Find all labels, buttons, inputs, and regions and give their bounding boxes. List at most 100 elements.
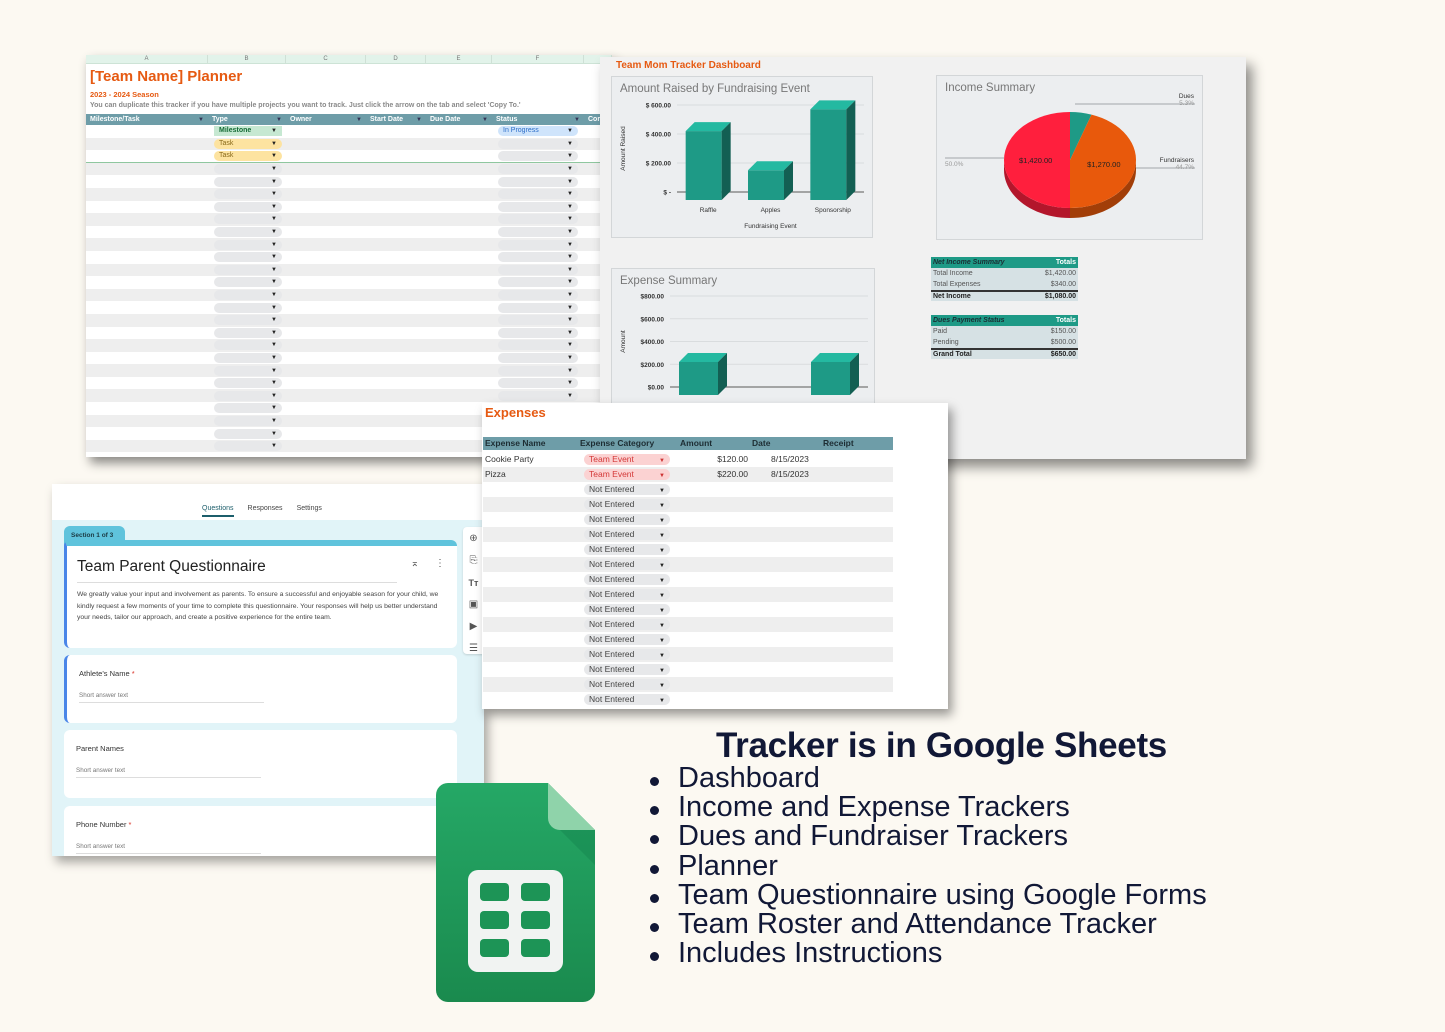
- status-dropdown[interactable]: ▼: [498, 176, 578, 187]
- add-image-icon[interactable]: ▣: [463, 595, 484, 615]
- type-dropdown[interactable]: ▼: [214, 264, 282, 275]
- type-dropdown[interactable]: Task ▼: [214, 151, 282, 162]
- dropdown-arrow-icon[interactable]: ▼: [271, 328, 277, 338]
- category-dropdown[interactable]: Not Entered ▼: [584, 499, 670, 510]
- dropdown-arrow-icon[interactable]: ▼: [271, 227, 277, 237]
- category-dropdown[interactable]: Not Entered ▼: [584, 604, 670, 615]
- type-dropdown[interactable]: Milestone ▼: [214, 126, 282, 137]
- dropdown-arrow-icon[interactable]: ▼: [567, 303, 573, 313]
- type-dropdown[interactable]: ▼: [214, 340, 282, 351]
- dropdown-arrow-icon[interactable]: ▼: [271, 429, 277, 439]
- type-dropdown[interactable]: ▼: [214, 227, 282, 238]
- short-answer-input[interactable]: Short answer text: [76, 767, 261, 778]
- dropdown-arrow-icon[interactable]: ▼: [567, 378, 573, 388]
- collapse-icon[interactable]: ⌅: [411, 558, 419, 569]
- amount-cell[interactable]: $120.00: [717, 452, 748, 467]
- dropdown-arrow-icon[interactable]: ▼: [271, 252, 277, 262]
- dropdown-arrow-icon[interactable]: ▼: [271, 164, 277, 174]
- header-start-date[interactable]: Start Date ▼: [366, 114, 426, 125]
- category-dropdown[interactable]: Not Entered ▼: [584, 649, 670, 660]
- status-dropdown[interactable]: ▼: [498, 239, 578, 250]
- type-dropdown[interactable]: ▼: [214, 214, 282, 225]
- filter-icon[interactable]: ▼: [356, 117, 362, 123]
- column-letter[interactable]: E: [426, 55, 492, 63]
- filter-icon[interactable]: ▼: [416, 117, 422, 123]
- filter-icon[interactable]: ▼: [482, 117, 488, 123]
- dropdown-arrow-icon[interactable]: ▼: [271, 315, 277, 325]
- dropdown-arrow-icon[interactable]: ▼: [567, 277, 573, 287]
- status-dropdown[interactable]: ▼: [498, 227, 578, 238]
- status-dropdown[interactable]: ▼: [498, 365, 578, 376]
- dropdown-arrow-icon[interactable]: ▼: [567, 214, 573, 224]
- type-dropdown[interactable]: ▼: [214, 277, 282, 288]
- type-dropdown[interactable]: ▼: [214, 390, 282, 401]
- form-title-card[interactable]: Team Parent Questionnaire ⌅ ⋮ We greatly…: [64, 540, 457, 648]
- dropdown-arrow-icon[interactable]: ▼: [567, 189, 573, 199]
- type-dropdown[interactable]: ▼: [214, 403, 282, 414]
- type-dropdown[interactable]: Task ▼: [214, 138, 282, 149]
- dropdown-arrow-icon[interactable]: ▼: [659, 694, 665, 709]
- type-dropdown[interactable]: ▼: [214, 378, 282, 389]
- dropdown-arrow-icon[interactable]: ▼: [271, 139, 277, 149]
- dropdown-arrow-icon[interactable]: ▼: [567, 227, 573, 237]
- question-card[interactable]: Phone Number * Short answer text: [64, 806, 457, 856]
- header-milestone-task[interactable]: Milestone/Task ▼: [86, 114, 208, 125]
- add-question-icon[interactable]: ⊕: [463, 529, 484, 549]
- dropdown-arrow-icon[interactable]: ▼: [271, 214, 277, 224]
- type-dropdown[interactable]: ▼: [214, 327, 282, 338]
- status-dropdown[interactable]: ▼: [498, 189, 578, 200]
- dropdown-arrow-icon[interactable]: ▼: [271, 441, 277, 451]
- status-dropdown[interactable]: ▼: [498, 327, 578, 338]
- header-type[interactable]: Type ▼: [208, 114, 286, 125]
- type-dropdown[interactable]: ▼: [214, 415, 282, 426]
- header-amount[interactable]: Amount: [680, 437, 712, 450]
- dropdown-arrow-icon[interactable]: ▼: [271, 340, 277, 350]
- column-letter[interactable]: D: [366, 55, 426, 63]
- status-dropdown[interactable]: ▼: [498, 352, 578, 363]
- filter-icon[interactable]: ▼: [574, 117, 580, 123]
- type-dropdown[interactable]: ▼: [214, 302, 282, 313]
- dropdown-arrow-icon[interactable]: ▼: [271, 290, 277, 300]
- dropdown-arrow-icon[interactable]: ▼: [567, 240, 573, 250]
- dropdown-arrow-icon[interactable]: ▼: [271, 403, 277, 413]
- dropdown-arrow-icon[interactable]: ▼: [567, 340, 573, 350]
- income-summary-chart[interactable]: Income Summary $1,270.00 $1,420.00 Dues 5.3…: [936, 75, 1203, 240]
- header-receipt[interactable]: Receipt: [823, 437, 854, 450]
- status-dropdown[interactable]: ▼: [498, 277, 578, 288]
- dropdown-arrow-icon[interactable]: ▼: [567, 328, 573, 338]
- status-dropdown[interactable]: ▼: [498, 214, 578, 225]
- status-dropdown[interactable]: ▼: [498, 378, 578, 389]
- tab-questions[interactable]: Questions: [202, 505, 234, 517]
- add-title-icon[interactable]: Tт: [463, 573, 484, 593]
- status-dropdown[interactable]: ▼: [498, 290, 578, 301]
- category-dropdown[interactable]: Not Entered ▼: [584, 484, 670, 495]
- type-dropdown[interactable]: ▼: [214, 201, 282, 212]
- header-owner[interactable]: Owner ▼: [286, 114, 366, 125]
- type-dropdown[interactable]: ▼: [214, 252, 282, 263]
- status-dropdown[interactable]: ▼: [498, 151, 578, 162]
- dropdown-arrow-icon[interactable]: ▼: [271, 265, 277, 275]
- dropdown-arrow-icon[interactable]: ▼: [567, 391, 573, 401]
- dropdown-arrow-icon[interactable]: ▼: [271, 240, 277, 250]
- date-cell[interactable]: 8/15/2023: [771, 467, 809, 482]
- fundraising-chart[interactable]: Amount Raised by Fundraising Event $ - $ …: [611, 76, 873, 238]
- column-letter[interactable]: C: [286, 55, 366, 63]
- category-dropdown[interactable]: Not Entered ▼: [584, 634, 670, 645]
- dropdown-arrow-icon[interactable]: ▼: [271, 391, 277, 401]
- status-dropdown[interactable]: ▼: [498, 315, 578, 326]
- type-dropdown[interactable]: ▼: [214, 365, 282, 376]
- form-title[interactable]: Team Parent Questionnaire: [77, 558, 266, 576]
- category-dropdown[interactable]: Not Entered ▼: [584, 529, 670, 540]
- type-dropdown[interactable]: ▼: [214, 428, 282, 439]
- dropdown-arrow-icon[interactable]: ▼: [271, 189, 277, 199]
- header-date[interactable]: Date: [752, 437, 770, 450]
- category-dropdown[interactable]: Not Entered ▼: [584, 574, 670, 585]
- dropdown-arrow-icon[interactable]: ▼: [567, 164, 573, 174]
- dropdown-arrow-icon[interactable]: ▼: [567, 126, 573, 136]
- category-dropdown[interactable]: Not Entered ▼: [584, 664, 670, 675]
- category-dropdown[interactable]: Not Entered ▼: [584, 589, 670, 600]
- header-expense-category[interactable]: Expense Category: [580, 437, 654, 450]
- dropdown-arrow-icon[interactable]: ▼: [567, 151, 573, 161]
- dropdown-arrow-icon[interactable]: ▼: [271, 353, 277, 363]
- dropdown-arrow-icon[interactable]: ▼: [271, 202, 277, 212]
